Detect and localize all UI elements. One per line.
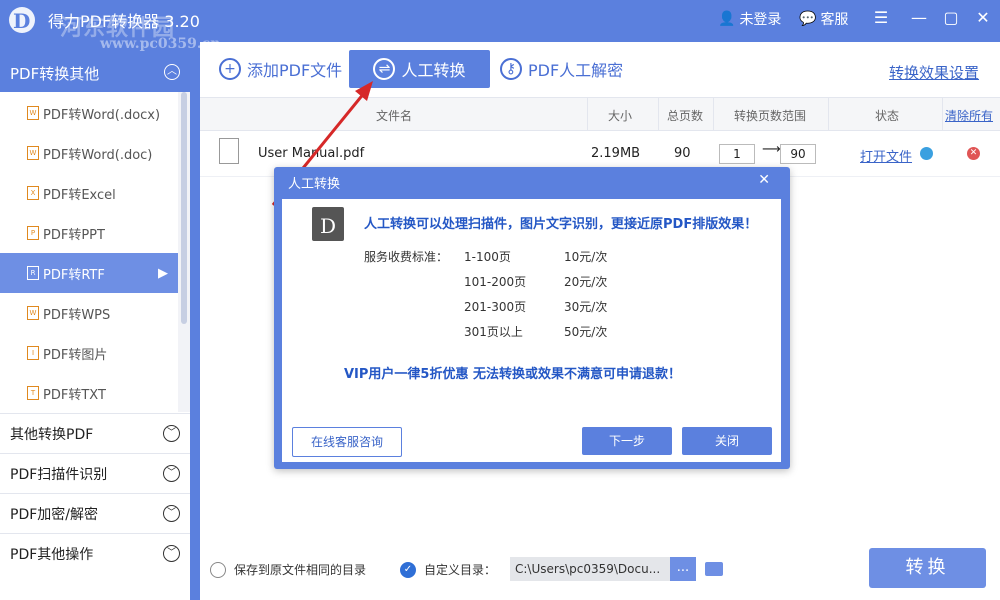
chevron-down-icon: ﹀ bbox=[163, 505, 180, 522]
dialog-title: 人工转换 bbox=[288, 177, 341, 192]
fee-range: 301页以上 bbox=[464, 325, 523, 339]
status-icon[interactable] bbox=[920, 147, 933, 160]
sidebar-scrollbar[interactable] bbox=[178, 92, 190, 412]
fee-price: 20元/次 bbox=[564, 275, 608, 289]
dialog-close-button[interactable]: 关闭 bbox=[682, 427, 772, 455]
sidebar-item-label: PDF转RTF bbox=[43, 267, 105, 283]
delete-icon[interactable]: ✕ bbox=[967, 147, 980, 160]
sidebar-item-pdf-word-docx[interactable]: W PDF转Word(.docx) bbox=[0, 93, 178, 134]
manual-convert-label: 人工转换 bbox=[401, 61, 466, 80]
category-label: 其他转换PDF bbox=[10, 427, 94, 443]
category-label: PDF扫描件识别 bbox=[10, 467, 108, 483]
file-icon: W bbox=[27, 106, 39, 120]
pdf-file-icon bbox=[219, 138, 239, 164]
col-status: 状态 bbox=[875, 109, 900, 123]
chevron-down-icon: ﹀ bbox=[163, 545, 180, 562]
sidebar-item-pdf-rtf[interactable]: R PDF转RTF ▶ bbox=[0, 253, 178, 294]
fee-price: 10元/次 bbox=[564, 250, 608, 264]
custom-dir-radio[interactable]: ✓ bbox=[400, 562, 416, 578]
col-range: 转换页数范围 bbox=[734, 109, 807, 123]
chevron-down-icon: ﹀ bbox=[163, 425, 180, 442]
category-label: PDF加密/解密 bbox=[10, 507, 98, 523]
col-pages: 总页数 bbox=[667, 109, 704, 123]
next-step-button[interactable]: 下一步 bbox=[582, 427, 672, 455]
close-window-icon[interactable]: ✕ bbox=[972, 8, 994, 28]
dialog-headline: 人工转换可以处理扫描件，图片文字识别，更接近原PDF排版效果！ bbox=[364, 217, 758, 232]
fee-price: 50元/次 bbox=[564, 325, 608, 339]
folder-icon[interactable] bbox=[705, 562, 723, 576]
key-icon: ⚷ bbox=[500, 58, 522, 80]
login-button[interactable]: 👤 未登录 bbox=[718, 9, 781, 29]
row-pages: 90 bbox=[674, 146, 691, 161]
file-icon: W bbox=[27, 146, 39, 160]
same-dir-radio[interactable] bbox=[210, 562, 226, 578]
sidebar-item-label: PDF转Word(.docx) bbox=[43, 107, 161, 123]
sidebar-item-label: PDF转Word(.doc) bbox=[43, 147, 153, 163]
sidebar-item-pdf-txt[interactable]: T PDF转TXT bbox=[0, 373, 178, 414]
sidebar-category-other-to-pdf[interactable]: 其他转换PDF ﹀ bbox=[0, 413, 190, 453]
sidebar-item-label: PDF转PPT bbox=[43, 227, 105, 243]
sidebar-category-scan-ocr[interactable]: PDF扫描件识别 ﹀ bbox=[0, 453, 190, 493]
sidebar-category-other-ops[interactable]: PDF其他操作 ﹀ bbox=[0, 533, 190, 573]
chat-icon: 💬 bbox=[799, 11, 817, 27]
clear-all-link[interactable]: 清除所有 bbox=[945, 107, 993, 124]
caret-right-icon: ▶ bbox=[158, 265, 168, 281]
manual-decrypt-button[interactable]: ⚷ PDF人工解密 bbox=[500, 50, 623, 88]
category-label: PDF其他操作 bbox=[10, 547, 94, 563]
fee-price: 30元/次 bbox=[564, 300, 608, 314]
sidebar-item-pdf-word-doc[interactable]: W PDF转Word(.doc) bbox=[0, 133, 178, 174]
sidebar-item-label: PDF转Excel bbox=[43, 187, 116, 203]
sidebar-item-pdf-excel[interactable]: X PDF转Excel bbox=[0, 173, 178, 214]
dialog-close-icon[interactable]: ✕ bbox=[758, 172, 770, 188]
file-icon: P bbox=[27, 226, 39, 240]
page-to-input[interactable]: 90 bbox=[780, 144, 816, 164]
maximize-icon[interactable]: ▢ bbox=[940, 8, 962, 28]
menu-icon[interactable]: ☰ bbox=[870, 8, 892, 28]
app-logo-icon: D bbox=[312, 207, 344, 241]
sidebar-item-pdf-image[interactable]: I PDF转图片 bbox=[0, 333, 178, 374]
sidebar-item-label: PDF转图片 bbox=[43, 347, 108, 363]
dialog-body bbox=[282, 199, 781, 462]
login-label: 未登录 bbox=[739, 12, 782, 28]
online-consult-button[interactable]: 在线客服咨询 bbox=[292, 427, 402, 457]
fee-range: 201-300页 bbox=[464, 300, 527, 314]
service-label: 客服 bbox=[820, 12, 849, 28]
fee-range: 101-200页 bbox=[464, 275, 527, 289]
file-icon: W bbox=[27, 306, 39, 320]
sidebar-item-label: PDF转WPS bbox=[43, 307, 111, 323]
same-dir-label: 保存到原文件相同的目录 bbox=[234, 563, 367, 577]
file-icon: I bbox=[27, 346, 39, 360]
fee-range: 1-100页 bbox=[464, 250, 511, 264]
manual-decrypt-label: PDF人工解密 bbox=[528, 61, 624, 80]
sidebar-item-pdf-ppt[interactable]: P PDF转PPT bbox=[0, 213, 178, 254]
file-icon: T bbox=[27, 386, 39, 400]
row-size: 2.19MB bbox=[591, 146, 641, 161]
page-from-input[interactable]: 1 bbox=[719, 144, 755, 164]
output-path-field[interactable]: C:\Users\pc0359\Docu... bbox=[510, 557, 675, 581]
service-button[interactable]: 💬 客服 bbox=[799, 9, 848, 29]
sidebar-category-encrypt[interactable]: PDF加密/解密 ﹀ bbox=[0, 493, 190, 533]
open-file-link[interactable]: 打开文件 bbox=[860, 146, 912, 165]
chevron-up-icon: ︿ bbox=[164, 64, 180, 80]
fee-label: 服务收费标准： bbox=[364, 250, 449, 264]
minimize-icon[interactable]: — bbox=[908, 8, 930, 28]
sidebar-header-label: PDF转换其他 bbox=[10, 65, 100, 83]
dialog-vip-note: VIP用户一律5折优惠 无法转换或效果不满意可申请退款！ bbox=[344, 367, 681, 382]
svg-text:D: D bbox=[13, 9, 30, 33]
file-icon: X bbox=[27, 186, 39, 200]
app-logo-icon: D bbox=[4, 4, 44, 34]
convert-button[interactable]: 转换 bbox=[869, 548, 986, 588]
sidebar-header[interactable]: PDF转换其他 ︿ bbox=[0, 54, 190, 92]
user-icon: 👤 bbox=[718, 11, 736, 27]
plus-icon: + bbox=[219, 58, 241, 80]
sidebar-item-pdf-wps[interactable]: W PDF转WPS bbox=[0, 293, 178, 334]
custom-dir-label: 自定义目录： bbox=[424, 563, 497, 577]
col-size: 大小 bbox=[608, 109, 633, 123]
file-icon: R bbox=[27, 266, 39, 280]
convert-settings-link[interactable]: 转换效果设置 bbox=[889, 62, 979, 83]
chevron-down-icon: ﹀ bbox=[163, 465, 180, 482]
range-arrow-icon: ⟶ bbox=[762, 142, 781, 157]
sidebar-item-label: PDF转TXT bbox=[43, 387, 106, 403]
browse-button[interactable]: ... bbox=[670, 557, 696, 581]
